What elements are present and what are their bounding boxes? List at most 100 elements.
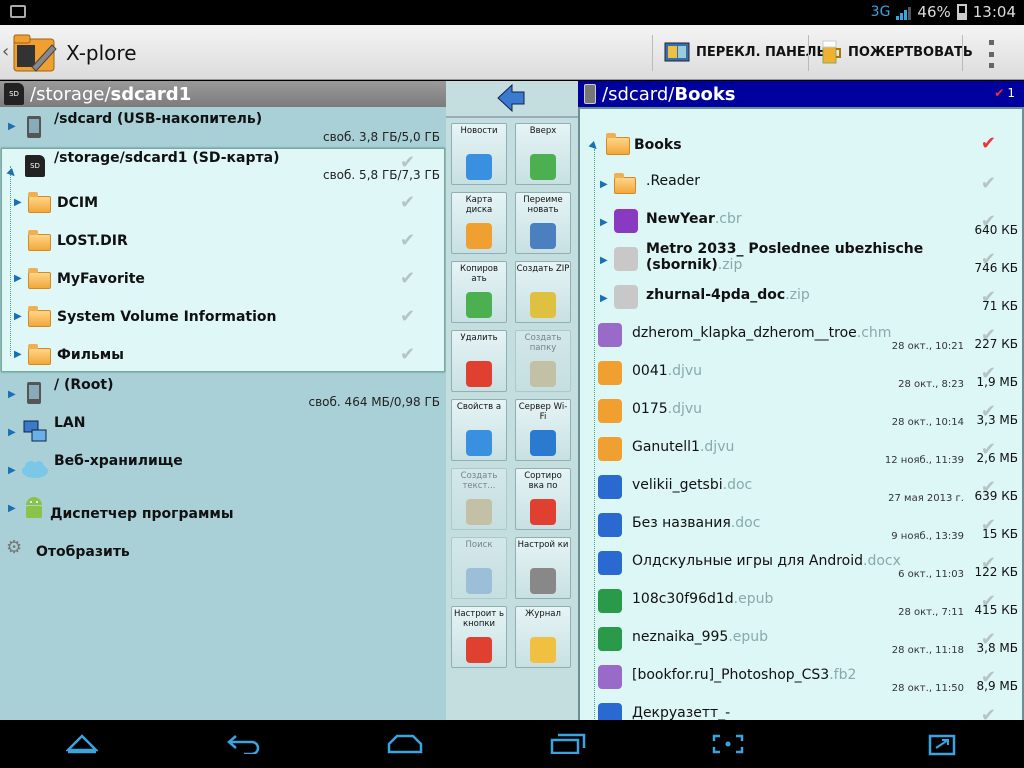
file-row[interactable]: Без названия.doc ✔ 9 нояб., 13:39 15 КБ [580, 507, 1022, 545]
expand-arrow-icon[interactable]: ▶ [600, 217, 608, 228]
check-icon[interactable]: ✔ [400, 230, 415, 251]
check-icon[interactable]: ✔ [400, 344, 415, 365]
toolbar-button[interactable]: Новости [451, 123, 507, 185]
check-icon[interactable]: ✔ [981, 173, 996, 194]
file-name: Олдскульные игры для Android.docx [632, 553, 901, 569]
tree-node-lan[interactable]: ▶ LAN [0, 413, 446, 451]
tree-node-sdcard[interactable]: ▶ /sdcard (USB-накопитель) своб. 3,8 ГБ/… [0, 107, 446, 147]
home-icon[interactable] [387, 732, 423, 754]
expand-arrow-icon[interactable]: ▶ [14, 197, 22, 208]
tree-node-cloud[interactable]: ▶ Веб-хранилище [0, 451, 446, 489]
switch-panel-button[interactable]: ПЕРЕКЛ. ПАНЕЛЬ [664, 35, 826, 69]
folder-item[interactable]: LOST.DIR ✔ [0, 222, 446, 260]
tree-node-root[interactable]: ▶ / (Root) своб. 464 МБ/0,98 ГБ [0, 375, 446, 413]
node-name: Веб-хранилище [54, 453, 183, 469]
file-extension: .djvu [699, 439, 735, 455]
expand-arrow-icon[interactable]: ▶ [8, 121, 16, 132]
checked-icon[interactable]: ✔ [981, 133, 996, 154]
file-row[interactable]: velikii_getsbi.doc ✔ 27 мая 2013 г. 639 КБ [580, 469, 1022, 507]
file-basename: neznaika_995 [632, 629, 729, 645]
toolbar-button[interactable]: Настрой ки [515, 537, 571, 599]
toolbar-button-label: Удалить [460, 333, 498, 343]
toolbar-button[interactable]: Сортиро вка по [515, 468, 571, 530]
collapse-arrow-icon[interactable]: ▶ [587, 140, 600, 153]
back-caret-icon[interactable]: ‹ [2, 41, 9, 62]
toolbar-button[interactable]: Сервер Wi-Fi [515, 399, 571, 461]
toolbar-button[interactable]: Свойств а [451, 399, 507, 461]
right-path-header[interactable]: /sdcard/Books ✔ 1 [578, 81, 1024, 107]
file-row[interactable]: [bookfor.ru]_Photoshop_CS3.fb2 ✔ 28 окт., … [580, 659, 1022, 697]
file-row[interactable]: 0175.djvu ✔ 28 окт., 10:14 3,3 МБ [580, 393, 1022, 431]
folder-item[interactable]: ▶ System Volume Information ✔ [0, 298, 446, 336]
expand-arrow-icon[interactable]: ▶ [14, 311, 22, 322]
file-row[interactable]: neznaika_995.epub ✔ 28 окт., 11:18 3,8 МБ [580, 621, 1022, 659]
up-arrow-icon [530, 154, 556, 180]
file-row[interactable]: ▶ .Reader ✔ [580, 165, 1022, 203]
folder-icon [606, 133, 630, 155]
checked-count: ✔ 1 [994, 86, 1015, 100]
expand-arrow-icon[interactable]: ▶ [14, 273, 22, 284]
toolbar-button[interactable]: Создать текст... [451, 468, 507, 530]
app-logo-icon[interactable] [12, 31, 58, 75]
check-icon[interactable]: ✔ [400, 306, 415, 327]
file-extension: .docx [863, 553, 901, 569]
file-row[interactable]: dzherom_klapka_dzherom__troe.chm ✔ 28 окт.… [580, 317, 1022, 355]
folder-item[interactable]: ▶ Фильмы ✔ [0, 336, 446, 374]
djvu-icon [598, 399, 622, 423]
sd-card-icon: SD [4, 83, 24, 105]
check-icon[interactable]: ✔ [400, 192, 415, 213]
back-icon[interactable] [226, 732, 260, 754]
expand-arrow-icon[interactable]: ▶ [600, 179, 608, 190]
toolbar-button[interactable]: Создать ZIP [515, 261, 571, 323]
check-icon[interactable]: ✔ [981, 705, 996, 720]
file-row[interactable]: Ganutell1.djvu ✔ 12 нояб., 11:39 2,6 МБ [580, 431, 1022, 469]
toolbar-button[interactable]: Вверх [515, 123, 571, 185]
expand-arrow-icon[interactable]: ▶ [8, 465, 16, 476]
expand-arrow-icon[interactable]: ▶ [8, 389, 16, 400]
file-row[interactable]: ▶ zhurnal-4pda_doc.zip ✔ 71 КБ [580, 279, 1022, 317]
left-arrow-icon[interactable] [496, 83, 526, 113]
toolbar-button[interactable]: Переиме новать [515, 192, 571, 254]
left-path-header[interactable]: SD /storage/sdcard1 [0, 81, 446, 107]
check-icon[interactable]: ✔ [400, 268, 415, 289]
toolbar-button[interactable]: Настроит ь кнопки [451, 606, 507, 668]
file-row[interactable]: Олдскульные игры для Android.docx ✔ 6 окт.… [580, 545, 1022, 583]
toolbar-button[interactable]: Создать папку [515, 330, 571, 392]
node-name: /storage/sdcard1 (SD-карта) [54, 150, 280, 166]
tree-node-app-manager[interactable]: ▶ Диспетчер программы [0, 489, 446, 527]
expand-arrow-icon[interactable]: ▶ [600, 293, 608, 304]
file-row[interactable]: ▶ Metro 2033_ Poslednee ubezhische (sborni… [580, 241, 1022, 279]
toolbar-button[interactable]: Поиск [451, 537, 507, 599]
expand-arrow-icon[interactable]: ▶ [600, 255, 608, 266]
file-row[interactable]: ▶ NewYear.cbr ✔ 640 КБ [580, 203, 1022, 241]
hide-keyboard-icon[interactable] [66, 732, 98, 754]
expand-arrow-icon[interactable]: ▶ [8, 427, 16, 438]
tree-node-sdcard1[interactable]: ▶ SD /storage/sdcard1 (SD-карта) ✔ своб.… [0, 148, 446, 186]
toolbar-button[interactable]: Копиров ать [451, 261, 507, 323]
folder-name: System Volume Information [57, 309, 277, 325]
new-text-icon [466, 499, 492, 525]
toolbar-button[interactable]: Удалить [451, 330, 507, 392]
toolbar-button[interactable]: Журнал [515, 606, 571, 668]
tree-node-show[interactable]: ⚙ Отобразить [0, 527, 446, 565]
recent-apps-icon[interactable] [550, 732, 586, 754]
file-row[interactable]: 108c30f96d1d.epub ✔ 28 окт., 7:11 415 КБ [580, 583, 1022, 621]
toolbar-button-label: Сортиро вка по [524, 471, 562, 491]
screenshot-icon[interactable] [712, 734, 744, 754]
folder-icon [28, 344, 51, 365]
donate-button[interactable]: ПОЖЕРТВОВАТЬ [820, 35, 973, 69]
file-size: 3,3 МБ [976, 413, 1018, 427]
folder-item[interactable]: ▶ DCIM ✔ [0, 184, 446, 222]
fullscreen-icon[interactable] [928, 734, 956, 756]
folder-item[interactable]: ▶ MyFavorite ✔ [0, 260, 446, 298]
expand-arrow-icon[interactable]: ▶ [14, 349, 22, 360]
file-name: NewYear.cbr [646, 211, 742, 227]
toolbar-button[interactable]: Карта диска [451, 192, 507, 254]
overflow-menu-icon[interactable] [986, 40, 996, 68]
folder-row-books[interactable]: ▶ Books ✔ [580, 127, 1022, 165]
divider [652, 35, 653, 71]
file-row[interactable]: Декруазетт_- ✔ [580, 697, 1022, 720]
collapse-arrow-icon[interactable]: ▶ [5, 167, 18, 180]
expand-arrow-icon[interactable]: ▶ [8, 503, 16, 514]
file-row[interactable]: 0041.djvu ✔ 28 окт., 8:23 1,9 МБ [580, 355, 1022, 393]
